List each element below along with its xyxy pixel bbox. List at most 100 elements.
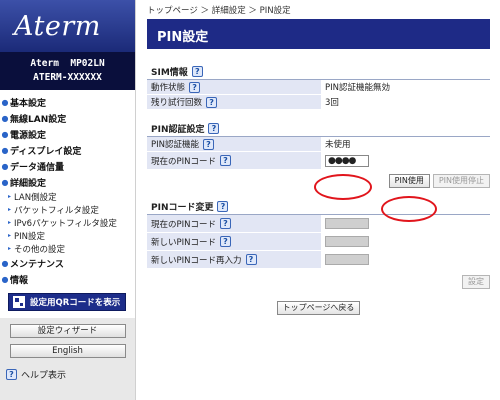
table-row: 新しいPINコード再入力?: [147, 251, 490, 269]
pin-action-buttons: PIN使用 PIN使用停止: [147, 174, 490, 190]
nav-advanced-settings[interactable]: ● 詳細設定: [0, 174, 135, 190]
new-pin-confirm-label: 新しいPINコード再入力: [151, 255, 242, 266]
sim-info-heading: SIM情報: [151, 67, 188, 78]
nav-bullet-icon: ●: [1, 129, 9, 139]
setup-wizard-button[interactable]: 設定ウィザード: [9, 324, 126, 338]
pin-change-heading: PINコード変更: [151, 202, 214, 213]
nav-sub-lan[interactable]: ▸ LAN側設定: [0, 190, 135, 203]
nav-sub-pin[interactable]: ▸ PIN設定: [0, 229, 135, 242]
nav-sub-label: パケットフィルタ設定: [14, 205, 99, 216]
help-icon[interactable]: ?: [206, 96, 218, 108]
help-toggle[interactable]: ? ヘルプ表示: [6, 368, 135, 381]
device-id: ATERM-XXXXXX: [33, 72, 102, 83]
main-content: トップページ ＞ 詳細設定 ＞ PIN設定 PIN設定 SIM情報 ? 動作状態…: [137, 0, 500, 400]
row-label: 残り試行回数?: [147, 95, 321, 109]
nav-maintenance[interactable]: ● メンテナンス: [0, 255, 135, 271]
row-value: [321, 215, 490, 232]
model-name: Aterm MP02LN: [30, 58, 105, 69]
aterm-logo: Aterm: [14, 10, 101, 42]
help-icon[interactable]: ?: [217, 200, 229, 212]
pin-change-actions: 設定: [147, 275, 490, 289]
pin-function-value: 未使用: [321, 137, 490, 151]
english-button[interactable]: English: [9, 344, 126, 358]
nav-label: 情報: [10, 275, 29, 286]
nav-sub-label: その他の設定: [14, 244, 66, 255]
nav-label: 基本設定: [10, 98, 47, 109]
qr-button-label: 設定用QRコードを表示: [30, 298, 121, 308]
pin-use-button[interactable]: PIN使用: [388, 174, 430, 188]
footer-actions: トップページへ戻る: [147, 301, 490, 315]
qr-code-icon: [13, 296, 25, 308]
help-icon[interactable]: ?: [245, 254, 257, 265]
table-row: 残り試行回数? 3回: [147, 95, 490, 110]
change-current-pin-input[interactable]: [325, 218, 369, 229]
row-label: 新しいPINコード?: [147, 233, 321, 250]
pin-function-label: PIN認証機能: [151, 140, 199, 150]
section-heading: PIN認証設定 ?: [147, 120, 490, 137]
table-row: 動作状態? PIN認証機能無効: [147, 80, 490, 95]
nav-label: メンテナンス: [10, 259, 64, 270]
remaining-attempts-value: 3回: [321, 95, 490, 109]
breadcrumb: トップページ ＞ 詳細設定 ＞ PIN設定: [147, 6, 291, 16]
nav-label: ディスプレイ設定: [10, 146, 82, 157]
current-pin-input[interactable]: ●●●●: [325, 154, 369, 167]
nav-label: 無線LAN設定: [10, 114, 67, 125]
nav-bullet-icon: ●: [1, 161, 9, 171]
row-value: [321, 233, 490, 250]
help-icon[interactable]: ?: [220, 236, 231, 247]
row-label: 新しいPINコード再入力?: [147, 251, 321, 268]
row-label: PIN認証機能?: [147, 137, 321, 151]
help-icon[interactable]: ?: [189, 81, 201, 93]
nav-label: 詳細設定: [10, 178, 47, 189]
nav-bullet-icon: ●: [1, 145, 9, 155]
side-nav: ● 基本設定 ● 無線LAN設定 ● 電源設定 ● ディスプレイ設定 ● データ通信量 ●…: [0, 90, 135, 311]
nav-sub-label: LAN側設定: [14, 192, 57, 203]
table-row: PIN認証機能? 未使用: [147, 137, 490, 152]
help-icon[interactable]: ?: [220, 155, 231, 166]
row-label: 現在のPINコード?: [147, 215, 321, 232]
row-label: 現在のPINコード?: [147, 152, 321, 169]
nav-bullet-icon: ●: [1, 258, 9, 268]
show-qr-code-button[interactable]: 設定用QRコードを表示: [8, 293, 126, 311]
back-to-top-button[interactable]: トップページへ戻る: [276, 301, 361, 315]
table-row: 現在のPINコード? ●●●●: [147, 152, 490, 170]
new-pin-input[interactable]: [325, 236, 369, 247]
pin-change-section: PINコード変更 ? 現在のPINコード? 新しいPINコード? 新しいPINコ…: [147, 198, 490, 289]
operation-status-label: 動作状態: [151, 83, 186, 93]
page-title: PIN設定: [147, 19, 490, 49]
set-button[interactable]: 設定: [462, 275, 490, 289]
new-pin-label: 新しいPINコード: [151, 237, 216, 248]
sidebar: Aterm Aterm MP02LN ATERM-XXXXXX ● 基本設定 ● 無…: [0, 0, 136, 400]
nav-data-usage[interactable]: ● データ通信量: [0, 158, 135, 174]
nav-sub-other[interactable]: ▸ その他の設定: [0, 242, 135, 255]
nav-sub-packet-filter[interactable]: ▸ パケットフィルタ設定: [0, 203, 135, 216]
nav-sub-label: IPv6パケットフィルタ設定: [14, 218, 117, 229]
nav-wireless-lan-settings[interactable]: ● 無線LAN設定: [0, 110, 135, 126]
nav-display-settings[interactable]: ● ディスプレイ設定: [0, 142, 135, 158]
nav-sub-label: PIN設定: [14, 231, 45, 242]
nav-label: データ通信量: [10, 162, 65, 173]
row-label: 動作状態?: [147, 80, 321, 94]
help-icon[interactable]: ?: [208, 122, 220, 134]
pin-stop-button[interactable]: PIN使用停止: [432, 174, 490, 188]
nav-bullet-icon: ●: [1, 177, 9, 187]
help-icon[interactable]: ?: [220, 218, 231, 229]
help-icon[interactable]: ?: [203, 138, 214, 150]
nav-basic-settings[interactable]: ● 基本設定: [0, 94, 135, 110]
help-icon[interactable]: ?: [191, 65, 203, 77]
remaining-attempts-label: 残り試行回数: [151, 98, 203, 108]
model-info: Aterm MP02LN ATERM-XXXXXX: [0, 52, 135, 90]
change-current-pin-label: 現在のPINコード: [151, 219, 216, 230]
nav-sub-ipv6-filter[interactable]: ▸ IPv6パケットフィルタ設定: [0, 216, 135, 229]
sidebar-lower-panel: 設定ウィザード English ? ヘルプ表示: [0, 318, 135, 400]
operation-status-value: PIN認証機能無効: [321, 80, 490, 94]
pin-auth-heading: PIN認証設定: [151, 124, 205, 135]
nav-info[interactable]: ● 情報: [0, 271, 135, 287]
help-label: ヘルプ表示: [21, 371, 67, 381]
nav-power-settings[interactable]: ● 電源設定: [0, 126, 135, 142]
new-pin-confirm-input[interactable]: [325, 254, 369, 265]
row-value: [321, 251, 490, 268]
nav-bullet-icon: ●: [1, 274, 9, 284]
sim-info-section: SIM情報 ? 動作状態? PIN認証機能無効 残り試行回数? 3回: [147, 63, 490, 110]
nav-bullet-icon: ●: [1, 113, 9, 123]
